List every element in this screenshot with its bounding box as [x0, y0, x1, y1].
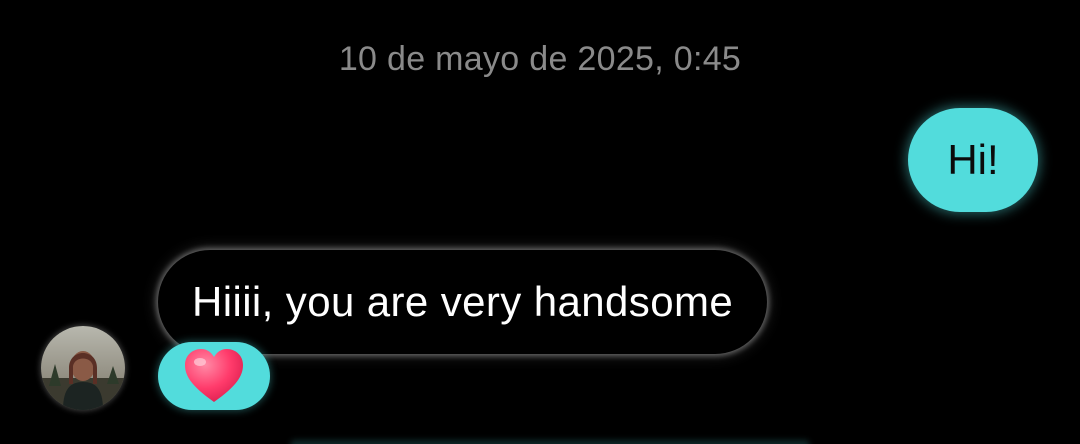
- chat-screen: 10 de mayo de 2025, 0:45 Hi! Hiiii, you …: [0, 0, 1080, 444]
- outgoing-message-bubble[interactable]: Hi!: [908, 108, 1038, 212]
- sender-avatar[interactable]: [41, 326, 125, 410]
- heart-reaction[interactable]: [158, 342, 270, 410]
- incoming-message-bubble[interactable]: Hiiii, you are very handsome: [158, 250, 768, 354]
- heart-icon: [185, 349, 243, 402]
- next-message-glow: [290, 440, 810, 444]
- message-timestamp: 10 de mayo de 2025, 0:45: [338, 40, 742, 78]
- avatar-photo-icon: [41, 326, 125, 410]
